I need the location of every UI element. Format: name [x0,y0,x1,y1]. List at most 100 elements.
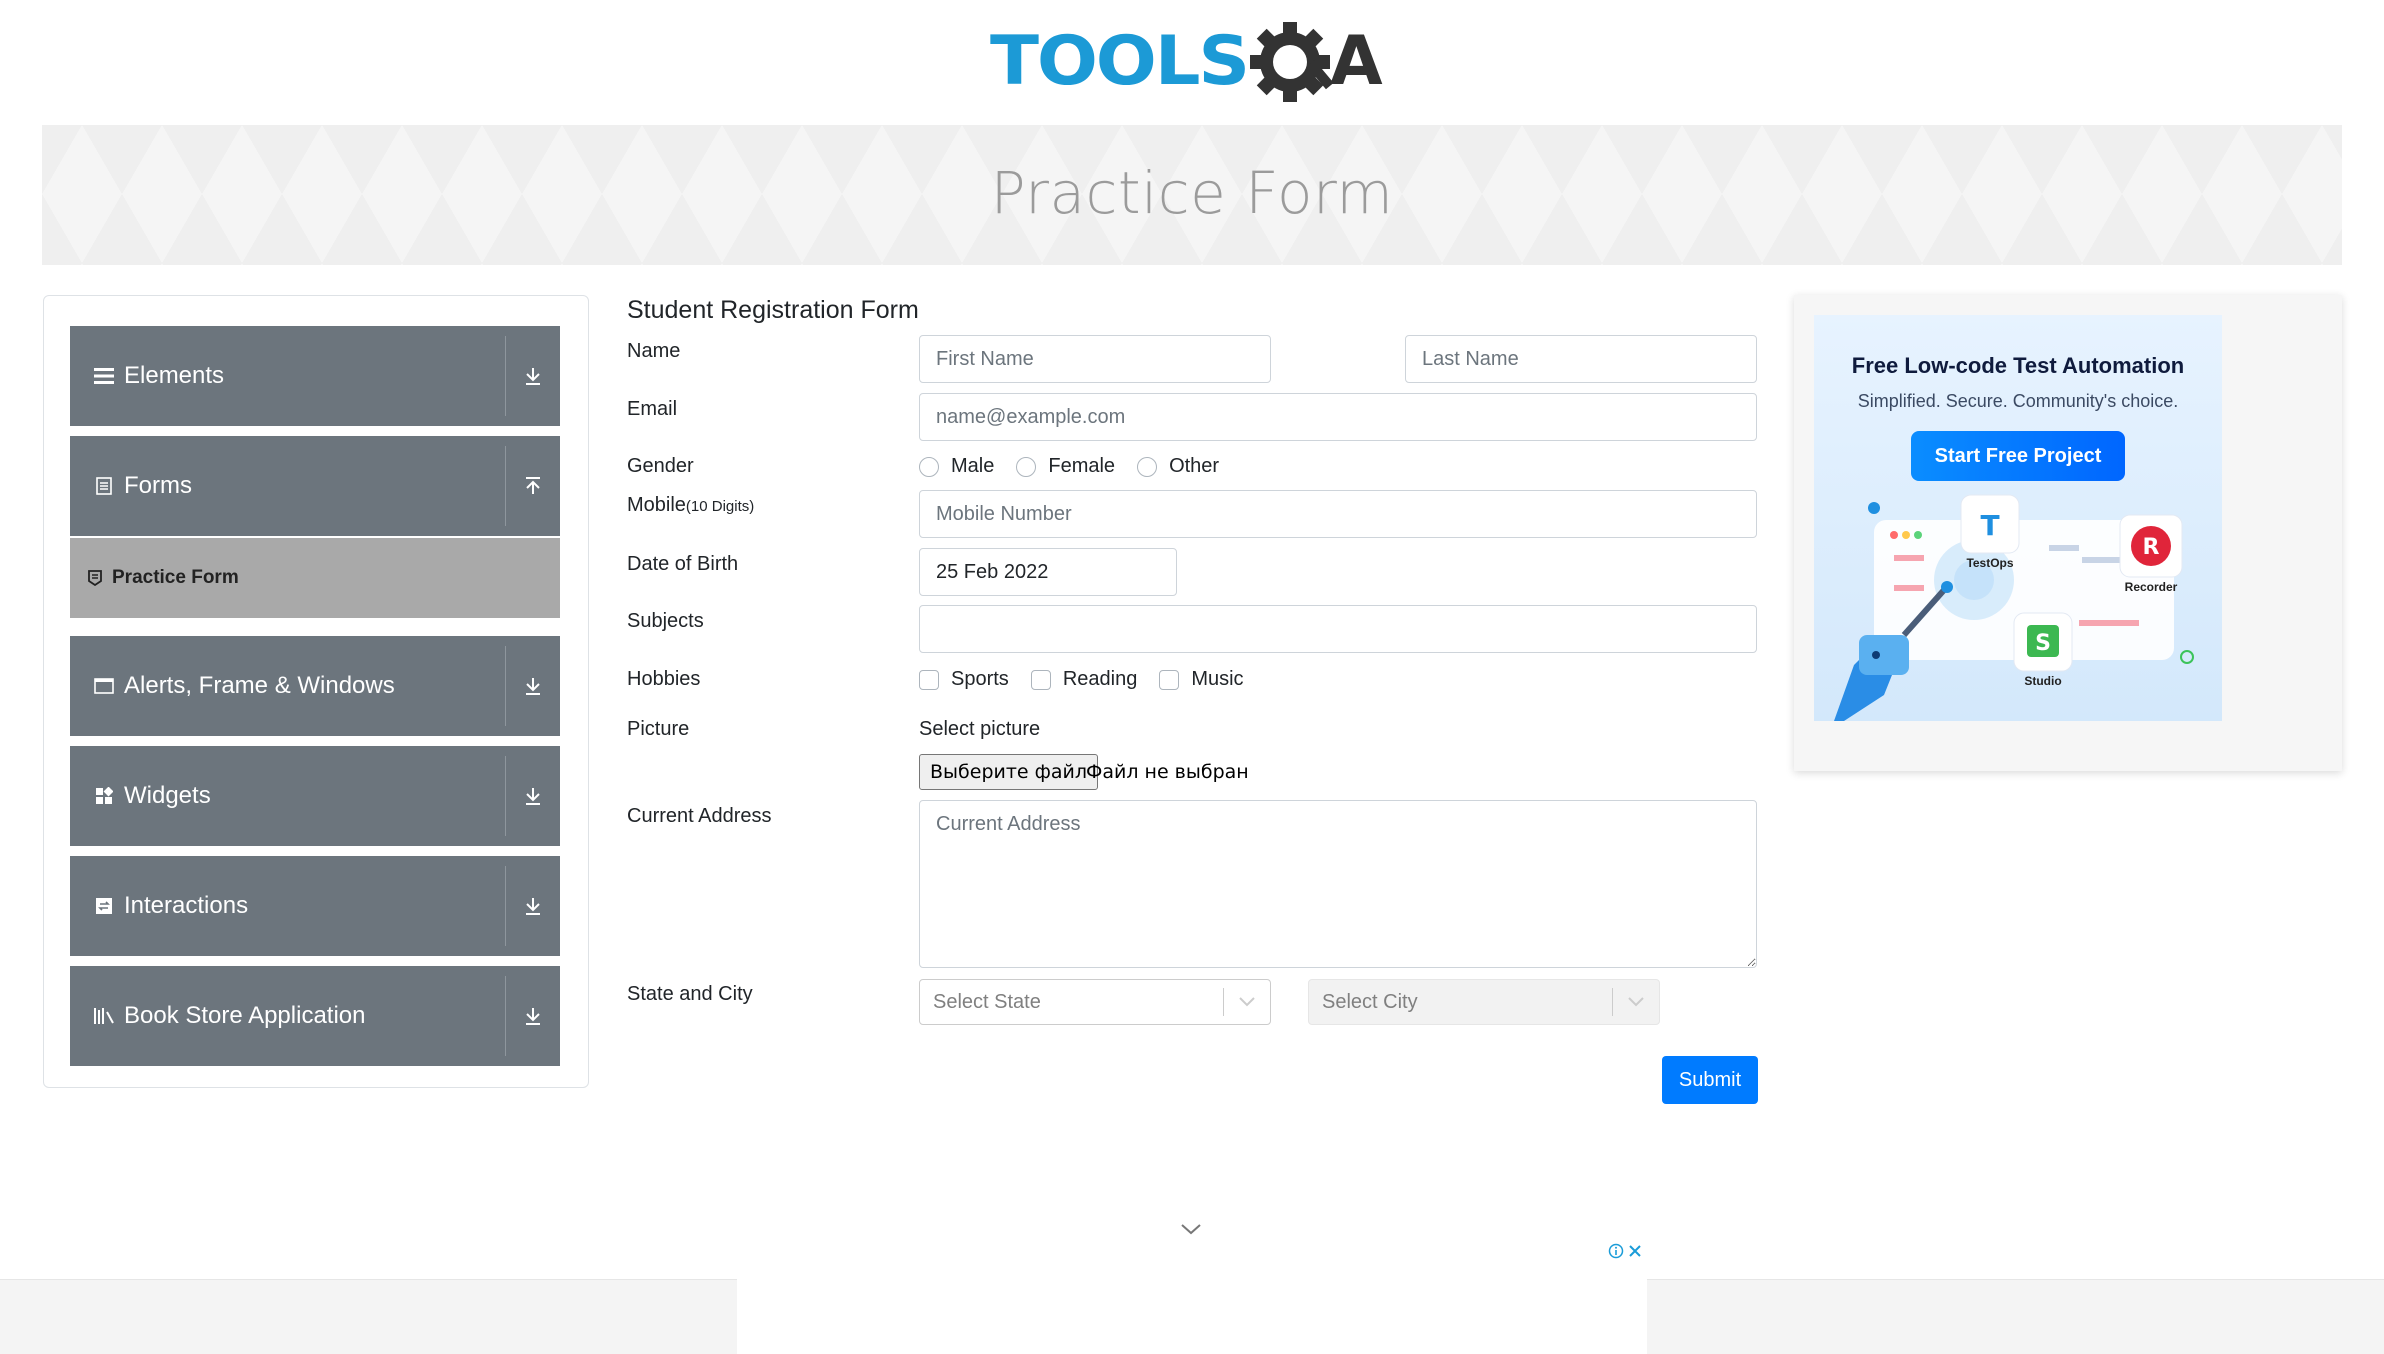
gender-radio-group: Male Female Other [919,455,1241,478]
option-label: Other [1169,455,1220,477]
form-doc-icon [92,474,116,498]
ad-product-testops: TestOps [1966,556,2013,570]
sidebar-item-label: Practice Form [112,567,239,588]
gender-label: Gender [627,455,694,477]
radio-button[interactable] [1016,456,1037,477]
option-label: Sports [951,668,1009,690]
hobby-sports-option[interactable]: Sports [919,668,1009,691]
sidebar-item-practice-form[interactable]: Practice Form [70,538,560,618]
ad-illustration: T TestOps R Recorder S Studio [1834,494,2194,721]
subjects-label: Subjects [627,610,704,632]
gender-female-option[interactable]: Female [1016,455,1115,478]
form-small-icon [88,569,104,587]
ad-product-studio: Studio [2024,674,2061,688]
mobile-input[interactable] [919,490,1757,538]
radio-button[interactable] [919,456,939,477]
submit-button[interactable]: Submit [1662,1056,1758,1104]
sidebar-group-forms[interactable]: Forms [70,436,560,536]
checkbox[interactable] [1159,669,1180,690]
widgets-grid-icon [92,784,116,808]
window-icon [92,674,116,698]
sidebar-group-label: Forms [124,472,192,499]
sidebar-group-label: Alerts, Frame & Windows [124,672,395,699]
hobbies-checkbox-group: Sports Reading Music [919,668,1266,691]
sidebar-group-label: Book Store Application [124,1002,366,1029]
sidebar-group-elements[interactable]: Elements [70,326,560,426]
sidebar-group-interactions[interactable]: Interactions [70,856,560,956]
sidebar-group-label: Interactions [124,892,249,919]
download-arrow-icon[interactable] [506,786,560,806]
toolsqa-logo[interactable]: TOOLS A [990,18,1396,114]
dob-label: Date of Birth [627,553,739,575]
sidebar-group-widgets[interactable]: Widgets [70,746,560,846]
option-label: Reading [1062,668,1138,690]
mobile-label-text: Mobile [627,494,686,516]
svg-text:TOOLS: TOOLS [990,22,1248,101]
close-icon[interactable] [1628,1244,1642,1258]
form-heading: Student Registration Form [627,296,919,324]
sidebar-group-label: Widgets [124,782,211,809]
svg-text:A: A [1330,22,1383,101]
picture-caption: Select picture [919,718,1041,740]
ad-frame: Free Low-code Test Automation Simplified… [1794,295,2342,771]
chevron-down-icon[interactable] [1613,997,1659,1007]
ad-start-button[interactable]: Start Free Project [1911,431,2125,481]
svg-text:R: R [2143,535,2160,560]
hobby-reading-option[interactable]: Reading [1030,668,1138,691]
name-label: Name [627,340,681,362]
chevron-down-icon[interactable] [1180,1222,1202,1236]
first-name-input[interactable] [919,335,1271,383]
hobbies-label: Hobbies [627,668,701,690]
chevron-down-icon[interactable] [1224,997,1270,1007]
sidebar-group-alerts[interactable]: Alerts, Frame & Windows [70,636,560,736]
gender-male-option[interactable]: Male [919,455,994,478]
ad-choices[interactable] [1608,1243,1642,1259]
city-placeholder: Select City [1322,990,1418,1013]
date-of-birth-input[interactable] [919,548,1177,596]
studio-icon: S Studio [2013,612,2073,688]
mobile-hint: (10 Digits) [685,498,755,515]
sidebar-group-book-store[interactable]: Book Store Application [70,966,560,1066]
recorder-icon: R Recorder [2119,514,2183,594]
checkbox[interactable] [1030,669,1051,690]
download-arrow-icon[interactable] [506,896,560,916]
state-placeholder: Select State [933,990,1041,1013]
state-select[interactable]: Select State [919,979,1271,1025]
picture-label: Picture [627,718,690,740]
hobby-music-option[interactable]: Music [1159,668,1244,691]
upload-arrow-icon[interactable] [506,476,560,496]
left-panel: Elements Forms Practice Form Alerts, Fra… [43,295,589,1088]
menu-icon [92,364,116,388]
ad-title: Free Low-code Test Automation [1851,353,2185,378]
email-input[interactable] [919,393,1757,441]
page-banner: Practice Form [42,125,2342,265]
svg-text:T: T [1980,509,1999,542]
ad-banner[interactable]: Free Low-code Test Automation Simplified… [1814,315,2222,721]
sidebar-group-label: Elements [124,362,225,389]
library-icon [92,1004,116,1028]
download-arrow-icon[interactable] [506,366,560,386]
interactions-icon [92,894,116,918]
radio-button[interactable] [1137,456,1158,477]
page-title: Practice Form [990,159,1394,227]
last-name-input[interactable] [1405,335,1757,383]
subjects-input[interactable] [919,605,1757,653]
gender-other-option[interactable]: Other [1137,455,1219,478]
option-label: Male [951,455,995,477]
file-status: Файл не выбран [1086,761,1249,783]
checkbox[interactable] [919,669,939,690]
city-select[interactable]: Select City [1308,979,1660,1025]
info-icon[interactable] [1608,1243,1624,1259]
svg-text:S: S [2035,631,2051,656]
download-arrow-icon[interactable] [506,676,560,696]
testops-icon: T TestOps [1960,494,2020,570]
current-address-textarea[interactable] [919,800,1757,968]
download-arrow-icon[interactable] [506,1006,560,1026]
option-label: Music [1191,668,1244,690]
bottom-ad-slot[interactable] [737,1240,1647,1354]
ad-product-recorder: Recorder [2125,580,2178,594]
ad-subtitle: Simplified. Secure. Community's choice. [1857,391,2179,411]
state-city-label: State and City [627,983,753,1005]
address-label: Current Address [627,805,772,827]
choose-file-button[interactable]: Выберите файл [919,754,1099,790]
